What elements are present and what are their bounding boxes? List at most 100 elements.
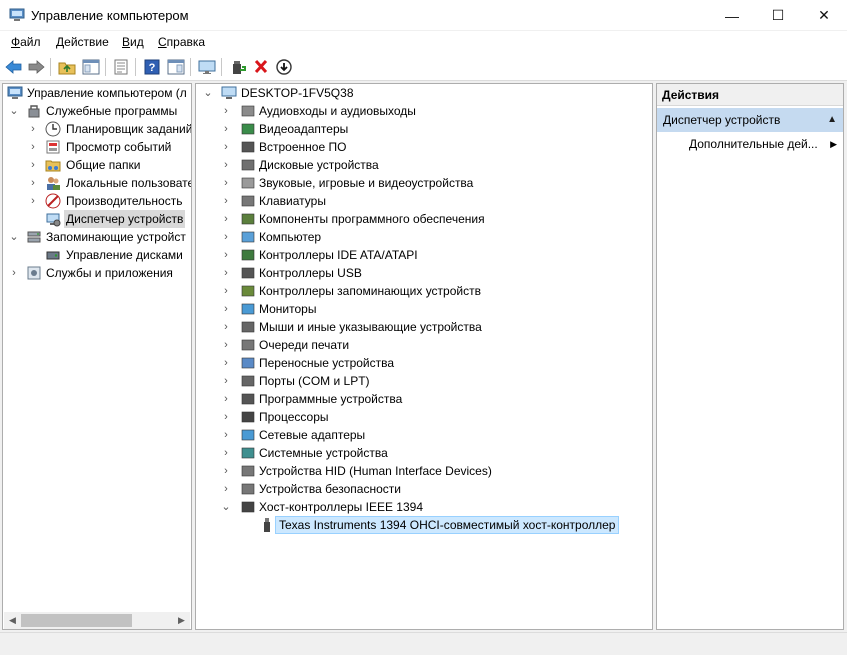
- chevron-right-icon[interactable]: ›: [220, 138, 232, 156]
- status-bar: [0, 632, 847, 655]
- menu-action[interactable]: Действие: [56, 35, 109, 49]
- device-category-item[interactable]: › Мыши и иные указывающие устройства: [202, 318, 642, 336]
- device-category-item[interactable]: › Устройства безопасности: [202, 480, 642, 498]
- up-folder-button[interactable]: [57, 57, 77, 77]
- device-category-item[interactable]: › Системные устройства: [202, 444, 642, 462]
- tree-item-shared-folders[interactable]: › Общие папки: [5, 156, 191, 174]
- monitor-button[interactable]: [197, 57, 217, 77]
- keyboard-icon: [241, 195, 255, 207]
- tree-item-task-scheduler[interactable]: › Планировщик заданий: [5, 120, 191, 138]
- forward-button[interactable]: [26, 57, 46, 77]
- collapse-up-icon[interactable]: ▲: [827, 108, 837, 132]
- device-category-item[interactable]: › Переносные устройства: [202, 354, 642, 372]
- update-driver-button[interactable]: [228, 57, 248, 77]
- device-category-item[interactable]: › Программные устройства: [202, 390, 642, 408]
- tree-item-disk-management[interactable]: Управление дисками: [5, 246, 191, 264]
- chevron-right-icon[interactable]: ›: [220, 192, 232, 210]
- tree-item-event-viewer[interactable]: › Просмотр событий: [5, 138, 191, 156]
- scroll-left-icon[interactable]: ◀: [4, 612, 21, 629]
- device-category-item[interactable]: › Аудиовходы и аудиовыходы: [202, 102, 642, 120]
- maximize-button[interactable]: ☐: [755, 0, 801, 31]
- uninstall-button[interactable]: [251, 57, 271, 77]
- action-pane-button[interactable]: [166, 57, 186, 77]
- chevron-right-icon[interactable]: ›: [220, 444, 232, 462]
- device-category-item[interactable]: › Сетевые адаптеры: [202, 426, 642, 444]
- device-tree-root[interactable]: ⌄ DESKTOP-1FV5Q38: [202, 84, 642, 102]
- download-button[interactable]: [274, 57, 294, 77]
- chevron-right-icon[interactable]: ›: [220, 102, 232, 120]
- chevron-right-icon[interactable]: ›: [220, 462, 232, 480]
- menu-help[interactable]: Справка: [158, 35, 205, 49]
- chevron-right-icon[interactable]: ›: [220, 336, 232, 354]
- device-category-item[interactable]: › Контроллеры IDE ATA/ATAPI: [202, 246, 642, 264]
- device-category-item[interactable]: › Очереди печати: [202, 336, 642, 354]
- chevron-down-icon[interactable]: ⌄: [202, 84, 214, 102]
- actions-section-device-manager[interactable]: Диспетчер устройств ▲: [657, 108, 843, 132]
- scroll-right-icon[interactable]: ▶: [173, 612, 190, 629]
- chevron-right-icon[interactable]: ›: [220, 408, 232, 426]
- chevron-right-icon[interactable]: ›: [27, 192, 39, 210]
- device-category-item[interactable]: › Звуковые, игровые и видеоустройства: [202, 174, 642, 192]
- help-button[interactable]: ?: [142, 57, 162, 77]
- chevron-right-icon[interactable]: ›: [8, 264, 20, 282]
- device-category-item[interactable]: › Видеоадаптеры: [202, 120, 642, 138]
- chevron-down-icon[interactable]: ⌄: [220, 498, 232, 516]
- chevron-right-icon[interactable]: ›: [27, 174, 39, 192]
- chevron-right-icon[interactable]: ›: [220, 354, 232, 372]
- device-category-item[interactable]: › Компьютер: [202, 228, 642, 246]
- chevron-right-icon[interactable]: ›: [27, 120, 39, 138]
- device-category-label: Дисковые устройства: [259, 158, 379, 172]
- horizontal-scrollbar[interactable]: ◀ ▶: [4, 612, 190, 629]
- chevron-right-icon[interactable]: ›: [220, 426, 232, 444]
- device-category-item[interactable]: › Контроллеры запоминающих устройств: [202, 282, 642, 300]
- minimize-button[interactable]: —: [709, 0, 755, 31]
- device-category-item[interactable]: › Контроллеры USB: [202, 264, 642, 282]
- device-category-item[interactable]: › Встроенное ПО: [202, 138, 642, 156]
- chevron-right-icon[interactable]: ›: [220, 282, 232, 300]
- chevron-right-icon[interactable]: ›: [220, 264, 232, 282]
- chevron-right-icon[interactable]: ›: [220, 390, 232, 408]
- device-category-item[interactable]: › Процессоры: [202, 408, 642, 426]
- menu-file[interactable]: Файл: [11, 35, 41, 49]
- back-button[interactable]: [4, 57, 24, 77]
- tree-item-performance[interactable]: › Производительность: [5, 192, 191, 210]
- device-category-item[interactable]: › Компоненты программного обеспечения: [202, 210, 642, 228]
- properties-button[interactable]: [111, 57, 131, 77]
- device-category-item[interactable]: ⌄ Хост-контроллеры IEEE 1394: [202, 498, 642, 516]
- tree-item-services[interactable]: › Службы и приложения: [5, 264, 191, 282]
- device-item-selected[interactable]: Texas Instruments 1394 OHCI-совместимый …: [202, 516, 642, 534]
- chevron-right-icon[interactable]: ›: [220, 228, 232, 246]
- chevron-down-icon[interactable]: ⌄: [8, 102, 20, 120]
- chevron-right-icon[interactable]: ›: [220, 120, 232, 138]
- device-category-item[interactable]: › Устройства HID (Human Interface Devices…: [202, 462, 642, 480]
- device-tree-pane[interactable]: ⌄ DESKTOP-1FV5Q38 › Аудиовходы и аудиовых…: [195, 83, 653, 630]
- scrollbar-thumb[interactable]: [21, 614, 132, 627]
- chevron-down-icon[interactable]: ⌄: [8, 228, 20, 246]
- chevron-right-icon[interactable]: ›: [27, 138, 39, 156]
- chevron-right-icon[interactable]: ›: [220, 156, 232, 174]
- close-button[interactable]: ✕: [801, 0, 847, 31]
- device-category-item[interactable]: › Клавиатуры: [202, 192, 642, 210]
- tree-item-device-manager[interactable]: Диспетчер устройств: [5, 210, 191, 228]
- chevron-right-icon[interactable]: ›: [220, 174, 232, 192]
- device-category-item[interactable]: › Дисковые устройства: [202, 156, 642, 174]
- chevron-right-icon[interactable]: ›: [220, 318, 232, 336]
- tree-item-storage[interactable]: ⌄ Запоминающие устройст: [5, 228, 191, 246]
- chevron-right-icon[interactable]: ›: [220, 480, 232, 498]
- tree-item-local-users[interactable]: › Локальные пользовате: [5, 174, 191, 192]
- back-icon: [5, 60, 22, 74]
- menu-view[interactable]: Вид: [122, 35, 144, 49]
- chevron-right-icon[interactable]: ›: [220, 246, 232, 264]
- device-category-item[interactable]: › Порты (COM и LPT): [202, 372, 642, 390]
- show-hide-tree-button[interactable]: [81, 57, 101, 77]
- device-category-item[interactable]: › Мониторы: [202, 300, 642, 318]
- chevron-right-icon[interactable]: ›: [220, 372, 232, 390]
- tree-item-root[interactable]: Управление компьютером (л: [5, 84, 191, 102]
- more-actions-item[interactable]: Дополнительные дей... ▶: [689, 135, 839, 153]
- chevron-right-icon[interactable]: ›: [27, 156, 39, 174]
- console-tree-pane[interactable]: Управление компьютером (л ⌄ Служебные пр…: [2, 83, 192, 630]
- chevron-right-icon[interactable]: ›: [220, 300, 232, 318]
- chevron-right-icon[interactable]: ›: [220, 210, 232, 228]
- sound-icon: [241, 177, 255, 189]
- tree-item-system-tools[interactable]: ⌄ Служебные программы: [5, 102, 191, 120]
